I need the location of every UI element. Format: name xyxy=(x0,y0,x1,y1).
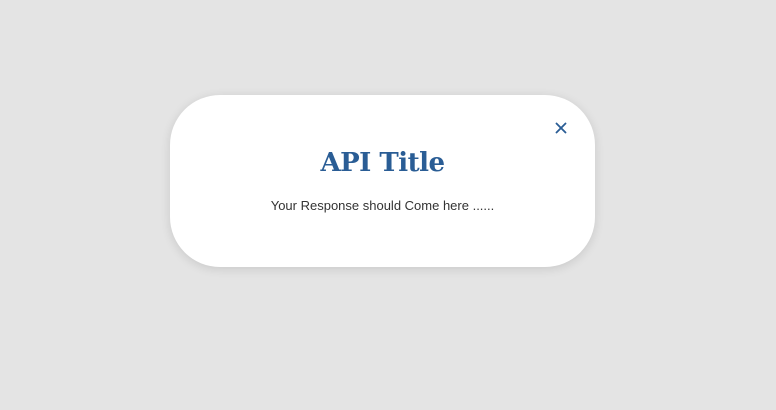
modal-response-text: Your Response should Come here ...... xyxy=(270,198,495,213)
close-button[interactable] xyxy=(554,121,568,135)
close-icon[interactable] xyxy=(554,121,568,135)
api-response-modal: API Title Your Response should Come here… xyxy=(170,95,595,267)
modal-title: API Title xyxy=(320,148,445,178)
page-background: { "modal": { "title": "API Title", "body… xyxy=(0,0,776,410)
